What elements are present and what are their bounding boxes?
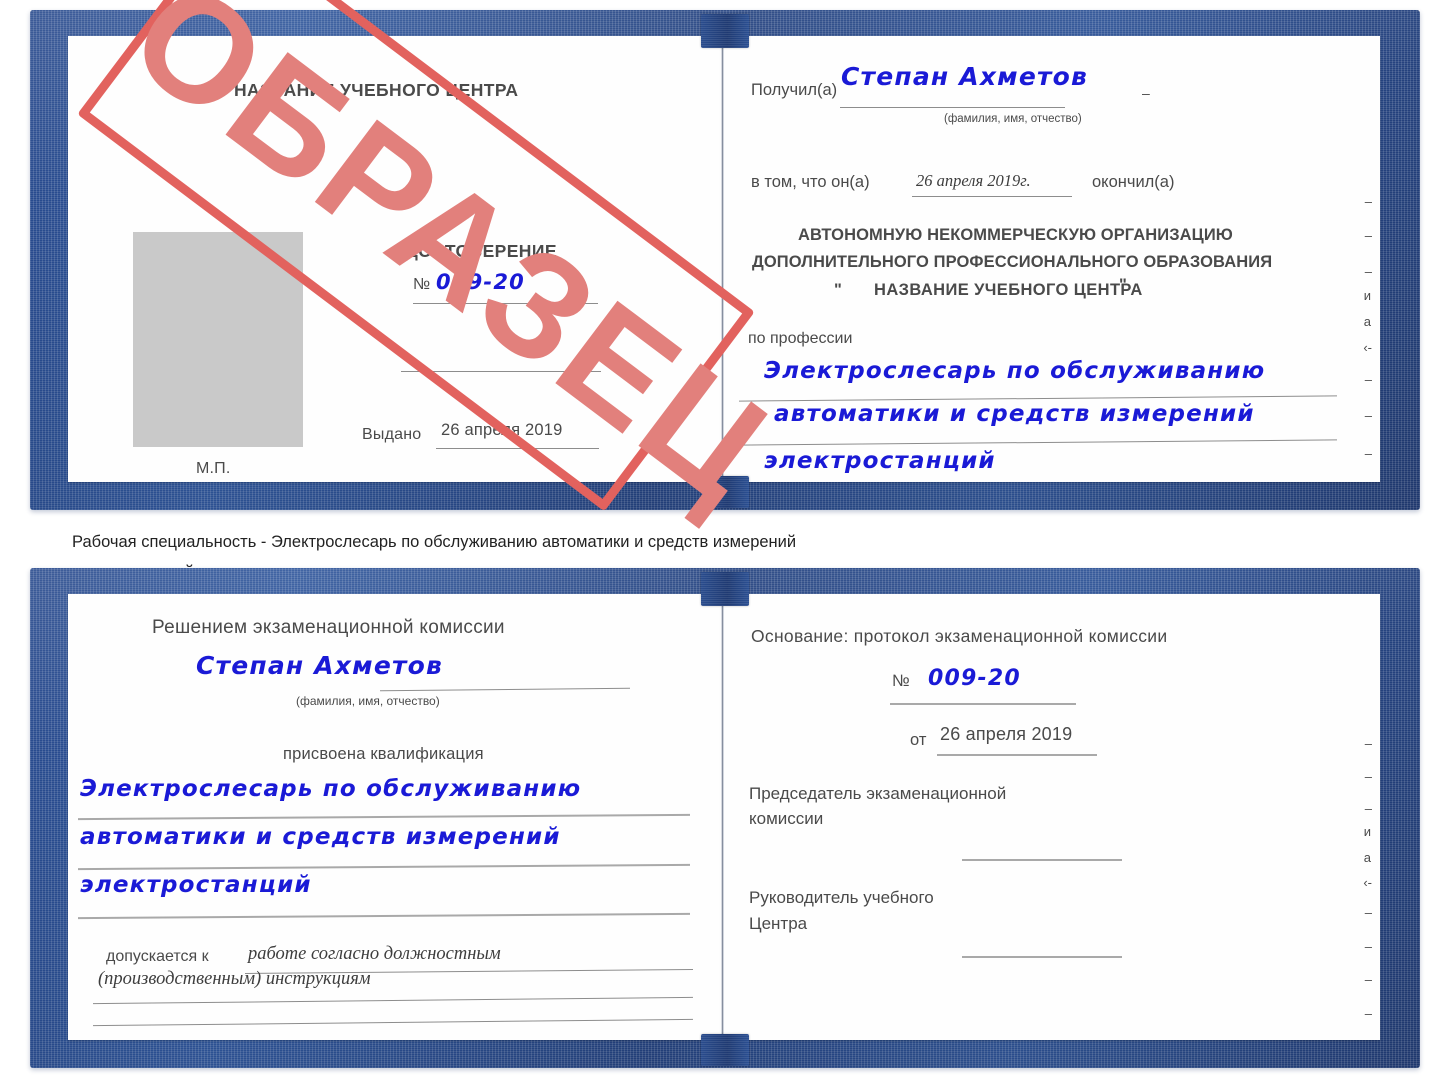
organization-quote-close: " [1119,276,1128,294]
back-name-value: Степан Ахметов [196,651,444,680]
protocol-date-rule [937,754,1097,756]
back-edge-mark-3: и [1363,824,1371,839]
issued-rule-front [436,448,599,449]
qualification-line-2: автоматики и средств измерений [80,824,561,850]
number-label-front: № [413,276,431,293]
back-right-page: Основание: протокол экзаменационной коми… [724,594,1380,1040]
back-spine-tab-top [701,572,749,606]
back-edge-mark-7: – [1364,939,1372,954]
received-name-value: Степан Ахметов [841,62,1089,91]
admitted-rule-3 [93,1018,693,1027]
qualification-line-3: электростанций [80,872,312,898]
profession-line-3: электростанций [764,448,996,474]
name-hint-front: (фамилия, имя, отчество) [944,113,1082,125]
protocol-number-value: 009-20 [928,666,1021,691]
back-spine-tab-bottom [701,1034,749,1066]
edge-mark-6: – [1364,372,1372,387]
number-value-front: 009-20 [436,270,525,294]
admitted-label: допускается к [106,948,209,965]
back-edge-mark-6: – [1364,905,1372,920]
edge-mark-5: ‹- [1363,340,1372,355]
certificate-back-book: Решением экзаменационной комиссии Степан… [30,568,1420,1068]
back-edge-mark-4: а [1363,850,1371,865]
chairman-line-2: комиссии [749,809,824,828]
issued-label-front: Выдано [362,426,422,443]
front-right-page: Получил(а) Степан Ахметов (фамилия, имя,… [724,36,1380,482]
completion-date-value: 26 апреля 2019г. [916,171,1031,190]
front-spine-tab-top [701,14,749,48]
organization-quote-open: " [834,281,843,299]
back-name-rule [380,687,630,692]
profession-line-1: Электрослесарь по обслуживанию [764,358,1266,384]
edge-mark-3: и [1363,288,1371,303]
blank-rule-front [401,371,601,372]
admitted-rule-2 [93,996,693,1005]
document-title-front: УДОСТОВЕРЕНИЕ [395,241,557,261]
chairman-signature-rule [962,859,1122,861]
back-edge-mark-1: – [1364,769,1372,784]
edge-mark-7: – [1364,408,1372,423]
seal-label-front: М.П. [196,460,231,477]
certificate-front-book: НАЗВАНИЕ УЧЕБНОГО ЦЕНТРА УДОСТОВЕРЕНИЕ №… [30,10,1420,510]
edge-dash-a: – [1142,85,1150,101]
basis-label: Основание: протокол экзаменационной коми… [751,626,1168,646]
protocol-number-rule [890,703,1076,705]
photo-placeholder [133,232,303,447]
commission-decision-heading: Решением экзаменационной комиссии [152,617,505,638]
received-rule [840,107,1065,108]
front-left-page: НАЗВАНИЕ УЧЕБНОГО ЦЕНТРА УДОСТОВЕРЕНИЕ №… [68,36,719,482]
protocol-number-label: № [892,672,910,690]
back-edge-mark-0: – [1364,736,1372,751]
chairman-line-1: Председатель экзаменационной [749,784,1007,803]
back-edge-mark-9: – [1364,1006,1372,1021]
in-that-label: в том, что он(а) [751,173,870,191]
certificate-front-pages: НАЗВАНИЕ УЧЕБНОГО ЦЕНТРА УДОСТОВЕРЕНИЕ №… [68,36,1380,482]
head-line-1: Руководитель учебного [749,888,934,907]
admitted-line-2: (производственным) инструкциям [98,969,371,989]
received-label: Получил(а) [751,81,838,99]
training-center-name-front: НАЗВАНИЕ УЧЕБНОГО ЦЕНТРА [234,80,519,100]
edge-mark-4: а [1363,314,1371,329]
edge-mark-0: – [1364,194,1372,209]
caption-line-1: Рабочая специальность - Электрослесарь п… [72,533,797,551]
profession-line-2: автоматики и средств измерений [774,401,1255,427]
edge-mark-1: – [1364,228,1372,243]
back-edge-mark-8: – [1364,972,1372,987]
completion-date-rule [912,196,1072,197]
issued-value-front: 26 апреля 2019 [441,421,563,439]
certificate-back-pages: Решением экзаменационной комиссии Степан… [68,594,1380,1040]
qualification-rule-3 [78,912,690,920]
organization-line-3: НАЗВАНИЕ УЧЕБНОГО ЦЕНТРА [874,281,1143,299]
qualification-line-1: Электрослесарь по обслуживанию [80,776,582,802]
finished-label: окончил(а) [1092,173,1175,191]
front-spine-tab-bottom [701,476,749,508]
protocol-date-label: от [910,731,927,749]
organization-line-2: ДОПОЛНИТЕЛЬНОГО ПРОФЕССИОНАЛЬНОГО ОБРАЗО… [752,253,1273,271]
number-rule-front [413,303,598,304]
qualification-rule-2 [78,863,690,871]
qualification-label: присвоена квалификация [283,745,484,763]
edge-mark-2: – [1364,264,1372,279]
back-edge-mark-2: – [1364,801,1372,816]
admitted-line-1: работе согласно должностным [248,944,501,964]
back-name-hint: (фамилия, имя, отчество) [296,694,440,708]
back-edge-mark-5: ‹- [1363,875,1372,890]
head-line-2: Центра [749,914,808,933]
protocol-date-value: 26 апреля 2019 [940,724,1073,744]
profession-rule-2 [739,439,1337,446]
back-left-page: Решением экзаменационной комиссии Степан… [68,594,719,1040]
profession-label: по профессии [748,330,853,347]
qualification-rule-1 [78,813,690,821]
organization-line-1: АВТОНОМНУЮ НЕКОММЕРЧЕСКУЮ ОРГАНИЗАЦИЮ [798,226,1233,244]
head-signature-rule [962,956,1122,958]
edge-mark-8: – [1364,446,1372,461]
